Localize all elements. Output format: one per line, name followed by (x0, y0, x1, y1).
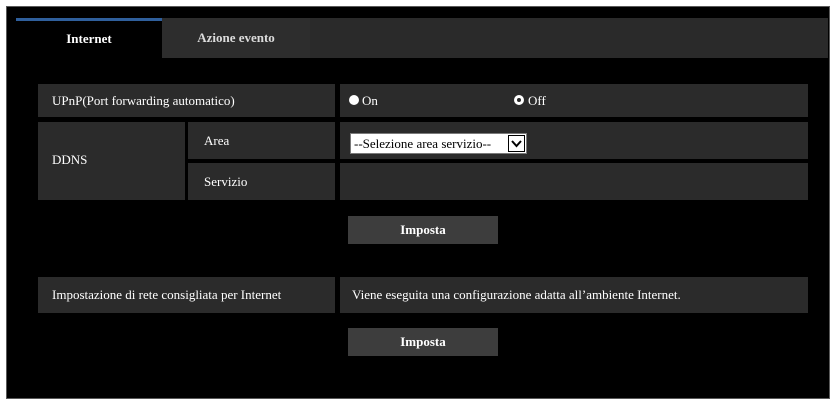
service-area-select[interactable]: --Selezione area servizio-- (350, 133, 527, 154)
tab-azione-evento[interactable]: Azione evento (162, 18, 310, 58)
upnp-on-label: On (362, 93, 378, 108)
tab-internet[interactable]: Internet (16, 18, 162, 58)
chevron-down-icon[interactable] (508, 135, 525, 152)
upnp-on-radio[interactable] (349, 95, 359, 105)
tab-bar-fill (310, 18, 828, 58)
upnp-value-cell (340, 84, 808, 117)
imposta-button-1[interactable]: Imposta (348, 216, 498, 244)
upnp-label: UPnP(Port forwarding automatico) (52, 93, 235, 108)
ddns-label: DDNS (52, 152, 88, 167)
upnp-off-radio[interactable] (514, 95, 524, 105)
upnp-off-label: Off (528, 93, 546, 108)
ddns-service-value-cell (340, 163, 808, 200)
recommended-label: Impostazione di rete consigliata per Int… (52, 287, 282, 302)
ddns-area-label: Area (204, 133, 230, 148)
service-area-select-value: --Selezione area servizio-- (354, 136, 492, 151)
ddns-service-label: Servizio (204, 174, 248, 189)
recommended-description: Viene eseguita una configurazione adatta… (352, 287, 681, 302)
imposta-button-2[interactable]: Imposta (348, 328, 498, 356)
